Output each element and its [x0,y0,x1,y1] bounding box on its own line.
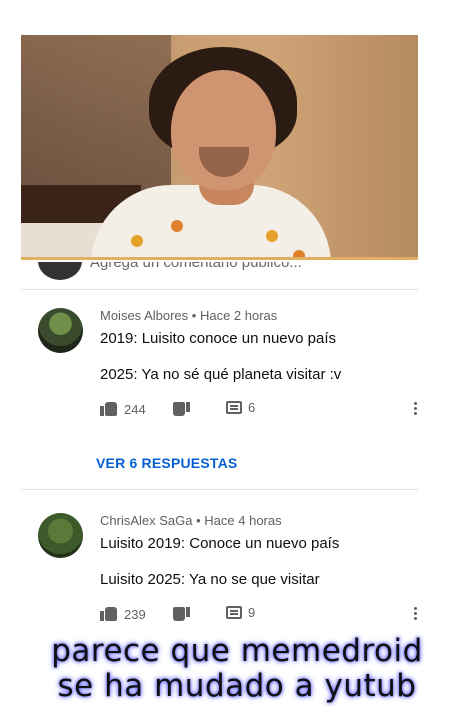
user-avatar [38,262,82,280]
dot [414,612,417,615]
view-replies-button[interactable]: VER 6 RESPUESTAS [96,455,237,471]
shirt-pattern [131,235,143,247]
dot [414,407,417,410]
comment-time: Hace 4 horas [204,513,282,528]
more-options-button[interactable] [414,400,418,418]
thumbs-down-icon [172,605,190,623]
comment-text-line: 2025: Ya no sé qué planeta visitar :v [100,366,342,383]
video-player[interactable] [21,35,418,260]
thumbs-up-icon [100,605,118,623]
comment-time: Hace 2 horas [199,308,278,323]
comment-item: Moises Albores • Hace 2 horas 2019: Luis… [38,306,418,436]
comment-meta: Moises Albores • Hace 2 horas [100,308,277,323]
dot [414,617,417,620]
comment-meta: ChrisAlex SaGa • Hace 4 horas [100,513,282,528]
reply-button[interactable]: 9 [226,605,255,620]
like-count: 239 [124,606,146,622]
dot [414,412,417,415]
comment-icon [226,401,242,414]
shirt-pattern [266,230,278,242]
shirt-pattern [171,220,183,232]
avatar[interactable] [38,308,83,353]
comment-author[interactable]: Moises Albores [100,308,188,323]
avatar[interactable] [38,513,83,558]
more-options-button[interactable] [414,605,418,623]
comment-item: ChrisAlex SaGa • Hace 4 horas Luisito 20… [38,511,418,631]
divider [21,489,418,490]
meta-separator: • [191,308,197,323]
divider [21,289,418,290]
video-progress-bar[interactable] [21,257,418,260]
comment-actions: 244 6 [100,400,418,420]
reply-count: 6 [248,400,256,415]
comment-text-line: 2019: Luisito conoce un nuevo país [100,330,337,347]
dislike-button[interactable] [172,400,190,418]
thumbs-up-icon [100,400,118,418]
comment-icon [226,606,242,619]
reply-button[interactable]: 6 [226,400,255,415]
dot [414,402,417,405]
meme-caption-line: se ha mudado a yutub [57,668,417,704]
dislike-button[interactable] [172,605,190,623]
like-button[interactable]: 239 [100,605,146,623]
reply-count: 9 [248,605,256,620]
meta-separator: • [196,513,201,528]
comment-text-line: Luisito 2025: Ya no se que visitar [100,571,320,588]
add-comment-input[interactable]: Agrega un comentario público... [90,262,302,271]
add-comment-row[interactable]: Agrega un comentario público... [38,262,418,282]
comment-actions: 239 9 [100,605,418,625]
meme-caption-line: parece que memedroid [51,633,423,669]
like-count: 244 [124,401,146,417]
like-button[interactable]: 244 [100,400,146,418]
dot [414,607,417,610]
comment-text-line: Luisito 2019: Conoce un nuevo país [100,535,340,552]
comment-author[interactable]: ChrisAlex SaGa [100,513,192,528]
thumbs-down-icon [172,400,190,418]
